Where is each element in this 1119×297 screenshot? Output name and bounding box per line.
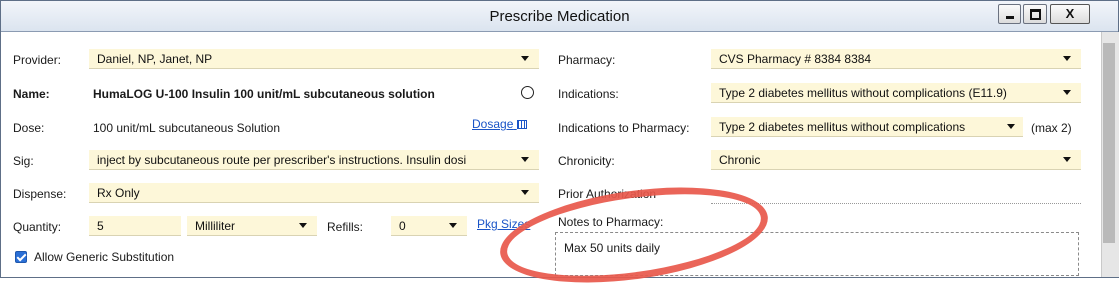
- dosage-link[interactable]: Dosage: [472, 117, 527, 131]
- chevron-down-icon: [521, 157, 529, 162]
- chevron-down-icon: [449, 223, 457, 228]
- pharmacy-select[interactable]: CVS Pharmacy # 8384 8384: [711, 49, 1081, 69]
- indications-value: Type 2 diabetes mellitus without complic…: [719, 86, 1007, 100]
- chevron-down-icon: [521, 56, 529, 61]
- sig-value: inject by subcutaneous route per prescri…: [97, 153, 467, 167]
- dispense-select[interactable]: Rx Only: [89, 183, 539, 203]
- chronicity-value: Chronic: [719, 153, 761, 167]
- notes-textarea[interactable]: Max 50 units daily: [555, 232, 1079, 276]
- sig-label: Sig:: [13, 154, 34, 168]
- title-bar: Prescribe Medication X: [1, 1, 1118, 32]
- provider-label: Provider:: [13, 53, 62, 67]
- dosage-link-label: Dosage: [472, 117, 514, 131]
- close-icon: X: [1065, 6, 1075, 21]
- refills-label: Refills:: [327, 220, 364, 234]
- quantity-label: Quantity:: [13, 220, 62, 234]
- sig-select[interactable]: inject by subcutaneous route per prescri…: [89, 150, 539, 170]
- allow-generic-label: Allow Generic Substitution: [34, 250, 175, 264]
- dispense-value: Rx Only: [97, 186, 140, 200]
- chevron-down-icon: [1063, 90, 1071, 95]
- chevron-down-icon: [521, 190, 529, 195]
- allow-generic-checkbox[interactable]: [15, 251, 27, 263]
- provider-select[interactable]: Daniel, NP, Janet, NP: [89, 49, 539, 69]
- minimize-button[interactable]: [998, 4, 1021, 24]
- dose-label: Dose:: [13, 121, 45, 135]
- quantity-input[interactable]: 5: [89, 216, 181, 236]
- provider-value: Daniel, NP, Janet, NP: [97, 52, 213, 66]
- chevron-down-icon: [1063, 56, 1071, 61]
- notes-label: Notes to Pharmacy:: [558, 215, 664, 229]
- name-label: Name:: [13, 87, 50, 101]
- chronicity-label: Chronicity:: [558, 154, 615, 168]
- chevron-down-icon: [1063, 157, 1071, 162]
- pharmacy-value: CVS Pharmacy # 8384 8384: [719, 52, 872, 66]
- unit-value: Milliliter: [195, 219, 235, 233]
- quantity-value: 5: [97, 219, 104, 233]
- medication-radio[interactable]: [521, 86, 534, 99]
- indications-select[interactable]: Type 2 diabetes mellitus without complic…: [711, 83, 1081, 103]
- chevron-down-icon: [299, 223, 307, 228]
- scrollbar-thumb[interactable]: [1103, 43, 1115, 243]
- notes-value: Max 50 units daily: [564, 241, 661, 255]
- unit-select[interactable]: Milliliter: [187, 216, 317, 236]
- dispense-label: Dispense:: [13, 187, 67, 201]
- ind-pharmacy-label: Indications to Pharmacy:: [558, 121, 690, 135]
- prior-auth-label: Prior Authorization: [558, 187, 657, 201]
- chevron-down-icon: [1007, 124, 1015, 129]
- chronicity-select[interactable]: Chronic: [711, 150, 1081, 170]
- refills-select[interactable]: 0: [391, 216, 467, 236]
- maximize-button[interactable]: [1023, 4, 1047, 24]
- prescribe-medication-window: Prescribe Medication X Provider: Daniel,…: [0, 0, 1119, 297]
- medication-name: HumaLOG U-100 Insulin 100 unit/mL subcut…: [93, 87, 435, 101]
- ind-pharmacy-value: Type 2 diabetes mellitus without complic…: [719, 120, 966, 134]
- indications-label: Indications:: [558, 87, 619, 101]
- prior-auth-field[interactable]: [711, 203, 1081, 204]
- calculator-icon: [516, 120, 527, 129]
- ind-pharmacy-select[interactable]: Type 2 diabetes mellitus without complic…: [711, 117, 1023, 137]
- close-button[interactable]: X: [1050, 4, 1090, 24]
- pkg-sizes-link[interactable]: Pkg Sizes: [477, 217, 530, 231]
- ind-pharmacy-max: (max 2): [1031, 121, 1072, 135]
- pharmacy-label: Pharmacy:: [558, 53, 616, 67]
- window-title: Prescribe Medication: [489, 8, 630, 25]
- dose-value: 100 unit/mL subcutaneous Solution: [93, 121, 281, 135]
- refills-value: 0: [399, 219, 406, 233]
